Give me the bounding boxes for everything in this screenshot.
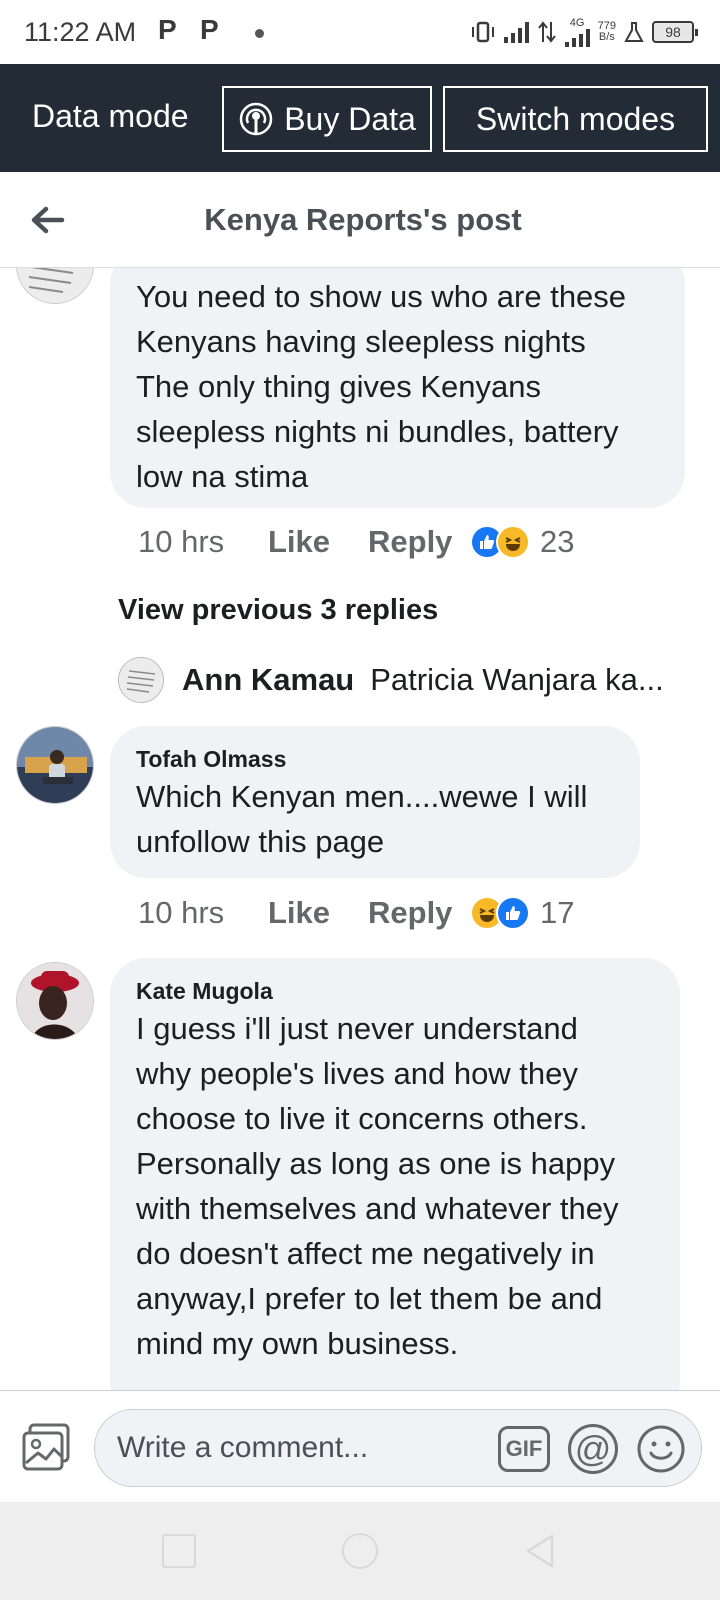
comment-author[interactable]: Kate Mugola [136, 976, 654, 1006]
broadcast-icon [239, 102, 273, 136]
vibrate-icon [471, 21, 494, 43]
recents-button[interactable] [162, 1534, 196, 1568]
avatar[interactable] [16, 268, 94, 304]
avatar-image [17, 268, 93, 303]
comment-text: You need to show us who are these Kenyan… [136, 279, 627, 494]
network-speed: 779 B/s [597, 20, 616, 43]
comment-meta: 10 hrs Like Reply 23 [138, 520, 574, 564]
status-indicators: 4G 779 B/s 98 [470, 14, 698, 50]
comment-meta: 10 hrs Like Reply 17 [138, 891, 574, 935]
comments-feed[interactable]: You need to show us who are these Kenyan… [0, 268, 720, 1390]
signal-icon [503, 21, 529, 43]
post-header: Kenya Reports's post [0, 172, 720, 268]
avatar-image [17, 963, 93, 1039]
flask-icon [624, 22, 644, 42]
comment-author[interactable]: Tofah Olmass [136, 744, 614, 774]
network-type: 4G [569, 16, 585, 29]
page-title: Kenya Reports's post [204, 202, 522, 237]
like-reaction-icon[interactable] [496, 896, 530, 930]
avatar-image [17, 727, 93, 803]
avatar[interactable] [16, 962, 94, 1040]
gif-button[interactable]: GIF [498, 1426, 550, 1472]
notification-p-icon: P [158, 14, 177, 45]
reply-preview[interactable]: Ann Kamau Patricia Wanjara ka... [118, 656, 664, 704]
data-transfer-icon [537, 21, 556, 43]
reply-button[interactable]: Reply [368, 895, 470, 931]
reply-snippet: Patricia Wanjara ka... [370, 662, 664, 697]
comment-bubble[interactable]: Kate Mugola I guess i'll just never unde… [110, 958, 680, 1390]
reply-author: Ann Kamau [182, 662, 355, 697]
haha-reaction-icon[interactable] [496, 525, 530, 559]
status-time: 11:22 AM [24, 17, 137, 47]
comment-composer: GIF @ [0, 1390, 720, 1502]
like-button[interactable]: Like [268, 895, 368, 931]
reply-button[interactable]: Reply [368, 524, 470, 560]
home-button[interactable] [342, 1533, 378, 1569]
photo-icon[interactable] [20, 1421, 72, 1473]
buy-data-button[interactable]: Buy Data [222, 86, 432, 152]
emoji-icon[interactable] [636, 1424, 686, 1474]
avatar[interactable] [16, 726, 94, 804]
buy-data-label: Buy Data [284, 100, 416, 137]
data-mode-label: Data mode [32, 98, 189, 134]
signal-4g-icon [564, 28, 590, 47]
view-previous-replies[interactable]: View previous 3 replies [118, 594, 438, 627]
data-mode-bar: Data mode Buy Data Switch modes [0, 64, 720, 172]
comment-time: 10 hrs [138, 895, 225, 930]
notification-p-icon: P [200, 14, 219, 45]
system-nav-bar [0, 1502, 720, 1600]
more-notifications-icon [255, 29, 264, 38]
mention-button[interactable]: @ [568, 1424, 618, 1474]
back-button[interactable] [522, 1532, 558, 1570]
comment-bubble[interactable]: Tofah Olmass Which Kenyan men....wewe I … [110, 726, 640, 878]
battery-icon: 98 [652, 21, 698, 43]
switch-modes-label: Switch modes [475, 100, 676, 137]
reaction-count: 23 [540, 524, 575, 559]
comment-text: Which Kenyan men....wewe I will unfollow… [136, 779, 588, 859]
reaction-count: 17 [540, 895, 575, 930]
comment-text: I guess i'll just never understand why p… [136, 1011, 619, 1361]
comment-time: 10 hrs [138, 524, 225, 559]
status-bar: 11:22 AM P P 4G 779 B/s 98 [0, 0, 720, 64]
avatar [118, 657, 164, 703]
like-button[interactable]: Like [268, 524, 368, 560]
comment-bubble[interactable]: You need to show us who are these Kenyan… [110, 268, 685, 508]
switch-modes-button[interactable]: Switch modes [443, 86, 708, 152]
